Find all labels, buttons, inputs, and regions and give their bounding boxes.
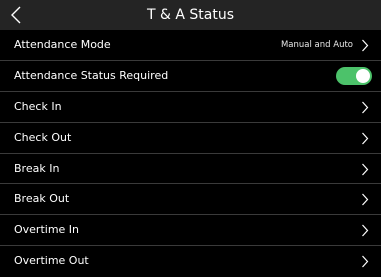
overtime-in-row[interactable]: Overtime In [0, 215, 381, 247]
header-bar: T & A Status [0, 0, 381, 30]
page-title: T & A Status [146, 7, 234, 23]
settings-list: Attendance Mode Manual and Auto Attendan… [0, 30, 381, 277]
break-out-label: Break Out [14, 192, 70, 206]
break-in-label: Break In [14, 161, 60, 175]
status-required-label: Attendance Status Required [14, 68, 169, 82]
screen: T & A Status Attendance Mode Manual and … [0, 0, 381, 277]
attendance-mode-label: Attendance Mode [14, 38, 111, 51]
chevron-right-icon [361, 193, 369, 206]
chevron-right-icon [361, 224, 369, 237]
attendance-mode-row[interactable]: Attendance Mode Manual and Auto [0, 30, 381, 61]
chevron-right-icon [361, 132, 369, 145]
check-in-row[interactable]: Check In [0, 92, 381, 123]
toggle-knob [356, 68, 370, 83]
status-required-toggle[interactable] [336, 66, 372, 85]
overtime-out-label: Overtime Out [14, 254, 89, 268]
chevron-right-icon [361, 39, 369, 52]
overtime-in-label: Overtime In [14, 223, 80, 237]
check-in-label: Check In [14, 99, 62, 113]
check-out-row[interactable]: Check Out [0, 123, 381, 154]
break-out-row[interactable]: Break Out [0, 184, 381, 216]
status-required-row: Attendance Status Required [0, 61, 381, 92]
chevron-right-icon [361, 163, 369, 176]
chevron-right-icon [361, 101, 369, 114]
attendance-mode-value: Manual and Auto [280, 40, 353, 50]
check-out-label: Check Out [14, 130, 72, 144]
chevron-right-icon [361, 255, 369, 268]
overtime-out-row[interactable]: Overtime Out [0, 246, 381, 277]
break-in-row[interactable]: Break In [0, 154, 381, 185]
